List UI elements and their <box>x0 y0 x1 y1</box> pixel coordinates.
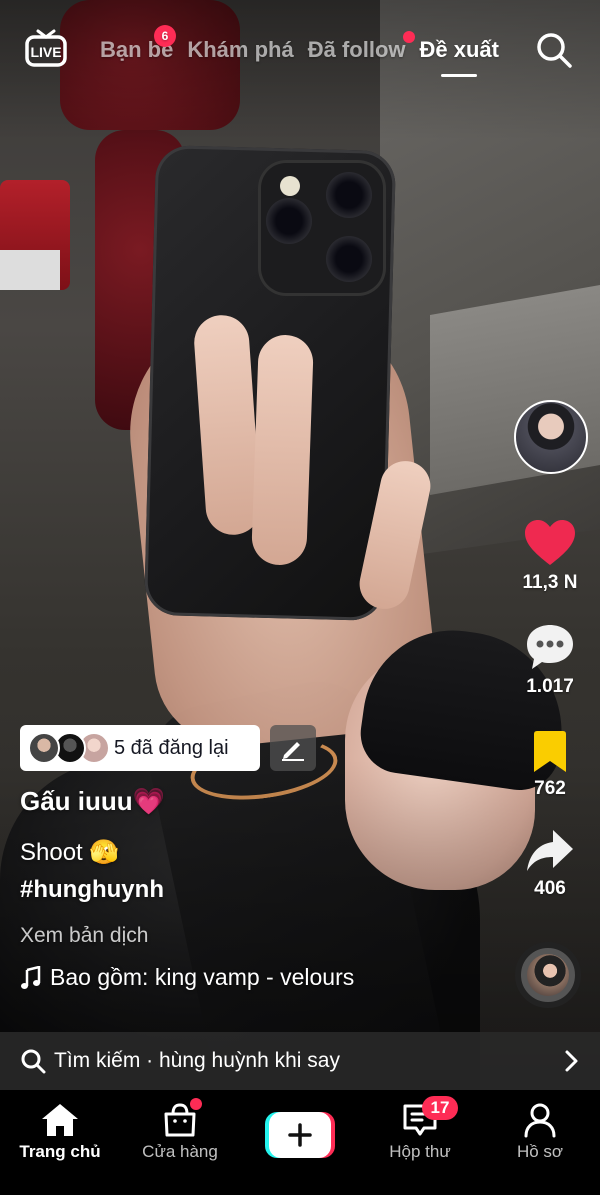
tab-friends[interactable]: Bạn bè 6 <box>100 25 176 63</box>
edit-repost-button[interactable] <box>270 725 316 771</box>
nav-label: Trang chủ <box>19 1142 101 1161</box>
save-button[interactable]: 762 <box>500 730 600 800</box>
tab-for-you[interactable]: Đề xuất <box>419 37 499 77</box>
comment-button[interactable]: 1.017 <box>500 622 600 698</box>
nav-label: Cửa hàng <box>142 1142 218 1161</box>
comment-count: 1.017 <box>526 676 574 697</box>
chevron-right-icon <box>565 1050 578 1072</box>
phone-lens <box>266 198 312 244</box>
search-suggestion-bar[interactable]: Tìm kiếm · hùng huỳnh khi say <box>0 1032 600 1090</box>
repost-text: 5 đã đăng lại <box>114 736 229 759</box>
creator-avatar[interactable] <box>514 400 588 474</box>
live-button[interactable]: LIVE <box>24 28 68 68</box>
search-icon <box>21 1049 46 1074</box>
music-title: Bao gồm: king vamp - velours <box>50 964 355 990</box>
phone-lens <box>326 172 372 218</box>
repost-avatars <box>20 725 110 771</box>
create-plus-icon <box>288 1123 312 1147</box>
bottom-navigation: Trang chủ Cửa hàng 17 Hộp thư Hồ sơ <box>0 1090 600 1195</box>
tab-following[interactable]: Đã follow <box>307 31 415 63</box>
notification-badge: 6 <box>154 25 176 47</box>
share-icon <box>527 830 573 871</box>
nav-label: Hồ sơ <box>516 1142 564 1161</box>
notification-dot <box>402 31 415 43</box>
create-button[interactable] <box>265 1112 335 1158</box>
music-info[interactable]: Bao gồm: king vamp - velours <box>20 964 354 991</box>
search-suggestion-text: Tìm kiếm · hùng huỳnh khi say <box>54 1049 340 1072</box>
nav-shop[interactable]: Cửa hàng <box>120 1090 240 1170</box>
nav-inbox[interactable]: 17 Hộp thư <box>360 1090 480 1170</box>
phone-lens <box>326 236 372 282</box>
like-count: 11,3 N <box>522 572 578 593</box>
share-button[interactable]: 406 <box>500 828 600 900</box>
avatar <box>28 732 60 764</box>
create-button-face <box>269 1112 331 1158</box>
post-username[interactable]: Gấu iuuu💗 <box>20 786 165 817</box>
inbox-count-badge: 17 <box>422 1096 458 1120</box>
share-count: 406 <box>534 878 566 899</box>
music-note-icon <box>21 965 41 989</box>
tab-explore[interactable]: Khám phá <box>187 37 293 63</box>
nav-home[interactable]: Trang chủ <box>0 1090 120 1170</box>
pencil-icon <box>282 742 304 761</box>
svg-text:LIVE: LIVE <box>30 44 61 60</box>
translate-link[interactable]: Xem bản dịch <box>20 924 148 948</box>
search-button[interactable] <box>534 30 574 70</box>
like-button[interactable]: 11,3 N <box>500 518 600 594</box>
music-disc[interactable] <box>515 942 581 1008</box>
tab-label: Đã follow <box>307 37 406 62</box>
search-icon <box>537 33 572 68</box>
live-icon: LIVE <box>25 29 67 67</box>
tab-label: Đề xuất <box>419 37 499 62</box>
person-finger <box>251 334 314 566</box>
nav-create[interactable] <box>240 1090 360 1170</box>
save-count: 762 <box>534 778 566 799</box>
profile-icon <box>524 1103 556 1138</box>
home-icon <box>42 1104 78 1136</box>
bookmark-icon <box>534 731 566 772</box>
nav-profile[interactable]: Hồ sơ <box>480 1090 600 1170</box>
feed-tabs: Bạn bè 6 Khám phá Đã follow Đề xuất <box>100 25 499 77</box>
background-white-box <box>0 250 60 290</box>
top-gradient <box>0 0 600 140</box>
post-caption: Shoot 🫣 <box>20 839 120 866</box>
comment-icon <box>527 625 573 669</box>
heart-icon <box>525 520 575 565</box>
tab-label: Khám phá <box>187 37 294 62</box>
notification-dot <box>190 1098 202 1110</box>
nav-label: Hộp thư <box>389 1142 451 1161</box>
post-hashtag[interactable]: #hunghuynh <box>20 876 164 904</box>
phone-flash <box>280 176 300 196</box>
repost-indicator[interactable]: 5 đã đăng lại <box>20 725 260 771</box>
music-cover <box>527 954 569 996</box>
